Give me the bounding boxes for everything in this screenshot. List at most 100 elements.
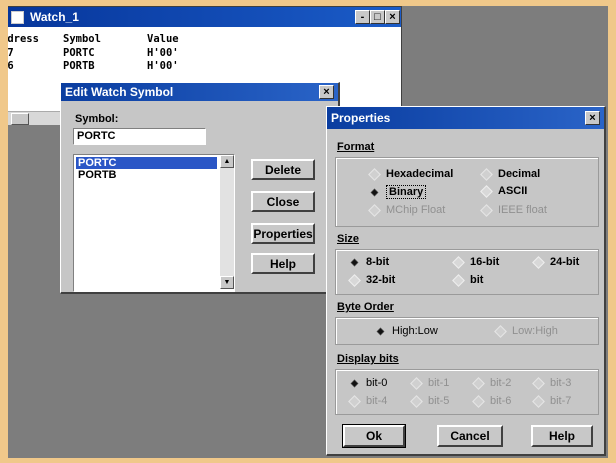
- radio-dot-icon: [348, 273, 361, 287]
- radio-label: bit-6: [490, 395, 512, 407]
- watch-row-0-value: H'00': [147, 47, 179, 59]
- radio-32-bit[interactable]: 32-bit: [348, 273, 395, 287]
- properties-titlebar[interactable]: Properties ×: [327, 107, 604, 129]
- radio-bit-6[interactable]: bit-6: [472, 394, 512, 408]
- byte-order-group-label: Byte Order: [337, 301, 394, 313]
- watch-column-symbol: Symbol: [63, 33, 101, 45]
- radio-dot-icon: [532, 376, 545, 390]
- size-group: 8-bit 16-bit 24-bit 32-bit bit: [335, 249, 599, 295]
- ok-button[interactable]: Ok: [342, 424, 406, 448]
- size-group-label: Size: [337, 233, 360, 245]
- watch-row-0-symbol[interactable]: PORTC: [63, 47, 95, 59]
- radio-dot-icon: [494, 324, 507, 338]
- close-button[interactable]: Close: [251, 191, 315, 212]
- list-scrollbar[interactable]: ▲ ▼: [220, 155, 234, 289]
- watch-column-address: ddress: [8, 33, 39, 45]
- properties-dialog: Properties × Format Hexadecimal Decimal …: [326, 106, 606, 456]
- radio-bit-4[interactable]: bit-4: [348, 394, 388, 408]
- radio-label: IEEE float: [498, 204, 547, 216]
- format-group: Hexadecimal Decimal Binary ASCII MChip F…: [335, 157, 599, 227]
- radio-label: High:Low: [392, 325, 438, 337]
- scroll-down-button[interactable]: ▼: [220, 276, 234, 289]
- watch-row-1-value: H'00': [147, 60, 179, 72]
- radio-bit-0[interactable]: bit-0: [350, 377, 387, 389]
- scroll-up-button[interactable]: ▲: [220, 155, 234, 168]
- radio-label: ASCII: [498, 185, 528, 197]
- radio-label: 8-bit: [366, 256, 390, 268]
- radio-dot-icon: [410, 394, 423, 408]
- radio-dot-icon: [472, 394, 485, 408]
- radio-label: bit-1: [428, 377, 450, 389]
- radio-label: Decimal: [498, 168, 541, 180]
- list-item[interactable]: PORTB: [76, 169, 117, 181]
- watch-window-titlebar[interactable]: Watch_1 - □ ×: [8, 7, 401, 27]
- radio-label: bit-2: [490, 377, 512, 389]
- watch-column-value: Value: [147, 33, 179, 45]
- radio-dot-icon: [532, 394, 545, 408]
- radio-selected-icon: [350, 379, 359, 387]
- properties-title: Properties: [331, 111, 391, 125]
- minimize-button[interactable]: -: [355, 10, 370, 24]
- byte-order-group: High:Low Low:High: [335, 317, 599, 345]
- radio-ieee-float[interactable]: IEEE float: [480, 203, 547, 217]
- properties-button[interactable]: Properties: [251, 223, 315, 244]
- radio-binary[interactable]: Binary: [370, 185, 427, 199]
- symbol-input[interactable]: PORTC: [73, 128, 206, 145]
- cancel-button[interactable]: Cancel: [437, 425, 503, 447]
- edit-watch-symbol-dialog: Edit Watch Symbol × Symbol: PORTC PORTC …: [60, 82, 340, 294]
- radio-label: 16-bit: [470, 256, 500, 268]
- radio-label: bit: [470, 274, 484, 286]
- radio-selected-icon: [350, 258, 359, 266]
- list-item[interactable]: PORTC: [76, 157, 217, 169]
- format-group-label: Format: [337, 141, 375, 153]
- radio-dot-icon: [368, 167, 381, 181]
- radio-label: Binary: [386, 185, 427, 199]
- display-bits-group: bit-0 bit-1 bit-2 bit-3 bit-4 bit-5 bit-…: [335, 369, 599, 415]
- edit-dialog-titlebar[interactable]: Edit Watch Symbol ×: [61, 83, 338, 101]
- radio-mchip-float[interactable]: MChip Float: [368, 203, 446, 217]
- radio-hexadecimal[interactable]: Hexadecimal: [368, 167, 454, 181]
- radio-bit-5[interactable]: bit-5: [410, 394, 449, 408]
- radio-bit-7[interactable]: bit-7: [532, 394, 572, 408]
- symbol-list[interactable]: PORTC PORTB ▲ ▼: [73, 154, 235, 292]
- radio-dot-icon: [452, 255, 465, 269]
- properties-close-button[interactable]: ×: [585, 111, 600, 125]
- radio-ascii[interactable]: ASCII: [480, 184, 528, 198]
- help-button[interactable]: Help: [251, 253, 315, 274]
- properties-help-button[interactable]: Help: [531, 425, 593, 447]
- radio-decimal[interactable]: Decimal: [480, 167, 541, 181]
- radio-dot-icon: [480, 184, 493, 198]
- watch-row-0-address: 07: [8, 47, 14, 59]
- radio-bit-2[interactable]: bit-2: [472, 376, 512, 390]
- radio-label: MChip Float: [386, 204, 446, 216]
- delete-button[interactable]: Delete: [251, 159, 315, 180]
- close-button[interactable]: ×: [385, 10, 400, 24]
- radio-high-low[interactable]: High:Low: [376, 325, 438, 337]
- radio-8-bit[interactable]: 8-bit: [350, 256, 389, 268]
- radio-label: bit-3: [550, 377, 572, 389]
- radio-dot-icon: [472, 376, 485, 390]
- radio-bit[interactable]: bit: [452, 273, 484, 287]
- maximize-button[interactable]: □: [370, 10, 385, 24]
- radio-label: 24-bit: [550, 256, 580, 268]
- radio-label: Hexadecimal: [386, 168, 454, 180]
- radio-bit-1[interactable]: bit-1: [410, 376, 450, 390]
- radio-selected-icon: [376, 327, 385, 335]
- radio-bit-3[interactable]: bit-3: [532, 376, 572, 390]
- scrollbar-thumb[interactable]: [11, 113, 29, 125]
- radio-dot-icon: [532, 255, 545, 269]
- watch-row-1-symbol[interactable]: PORTB: [63, 60, 95, 72]
- display-bits-group-label: Display bits: [337, 353, 399, 365]
- radio-low-high[interactable]: Low:High: [494, 324, 558, 338]
- edit-dialog-close-button[interactable]: ×: [319, 85, 334, 99]
- radio-16-bit[interactable]: 16-bit: [452, 255, 500, 269]
- radio-24-bit[interactable]: 24-bit: [532, 255, 580, 269]
- radio-dot-icon: [480, 203, 493, 217]
- radio-label: bit-4: [366, 395, 388, 407]
- screen: Watch_1 - □ × ddress Symbol Value 07 POR…: [8, 6, 608, 458]
- window-app-icon: [11, 10, 24, 24]
- radio-label: bit-7: [550, 395, 572, 407]
- radio-dot-icon: [452, 273, 465, 287]
- symbol-label: Symbol:: [75, 113, 119, 125]
- radio-dot-icon: [410, 376, 423, 390]
